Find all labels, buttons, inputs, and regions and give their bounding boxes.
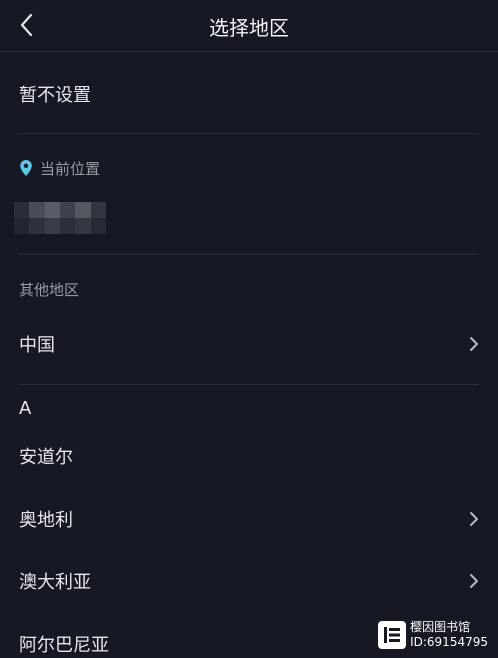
- region-row[interactable]: 安道尔: [0, 440, 498, 472]
- region-label: 奥地利: [19, 510, 73, 531]
- region-row-china[interactable]: 中国: [0, 328, 498, 360]
- region-label: 澳大利亚: [19, 572, 91, 593]
- current-location-value-blurred[interactable]: [14, 202, 106, 234]
- region-row[interactable]: 奥地利: [0, 503, 498, 535]
- page-title: 选择地区: [209, 16, 289, 40]
- other-regions-caption: 其他地区: [19, 281, 80, 299]
- divider: [19, 384, 479, 385]
- top-bar: 选择地区: [0, 0, 498, 52]
- current-location-caption-text: 当前位置: [40, 160, 101, 178]
- location-pin-icon: [20, 160, 32, 176]
- watermark-logo-icon: [378, 621, 407, 649]
- section-letter: A: [19, 398, 32, 419]
- divider: [19, 133, 479, 134]
- divider: [19, 254, 479, 255]
- chevron-right-icon: [470, 574, 478, 588]
- chevron-right-icon: [470, 512, 478, 526]
- watermark-line-2: ID:69154795: [410, 635, 488, 649]
- watermark-line-1: 樱因图书馆: [410, 620, 471, 634]
- watermark: 樱因图书馆 ID:69154795: [378, 618, 488, 652]
- region-row[interactable]: 澳大利亚: [0, 565, 498, 597]
- not-set-label: 暂不设置: [19, 85, 91, 106]
- region-label: 阿尔巴尼亚: [19, 635, 109, 656]
- chevron-right-icon: [470, 337, 478, 351]
- region-label: 安道尔: [19, 447, 73, 468]
- not-set-option[interactable]: 暂不设置: [0, 78, 498, 110]
- region-label: 中国: [19, 335, 55, 356]
